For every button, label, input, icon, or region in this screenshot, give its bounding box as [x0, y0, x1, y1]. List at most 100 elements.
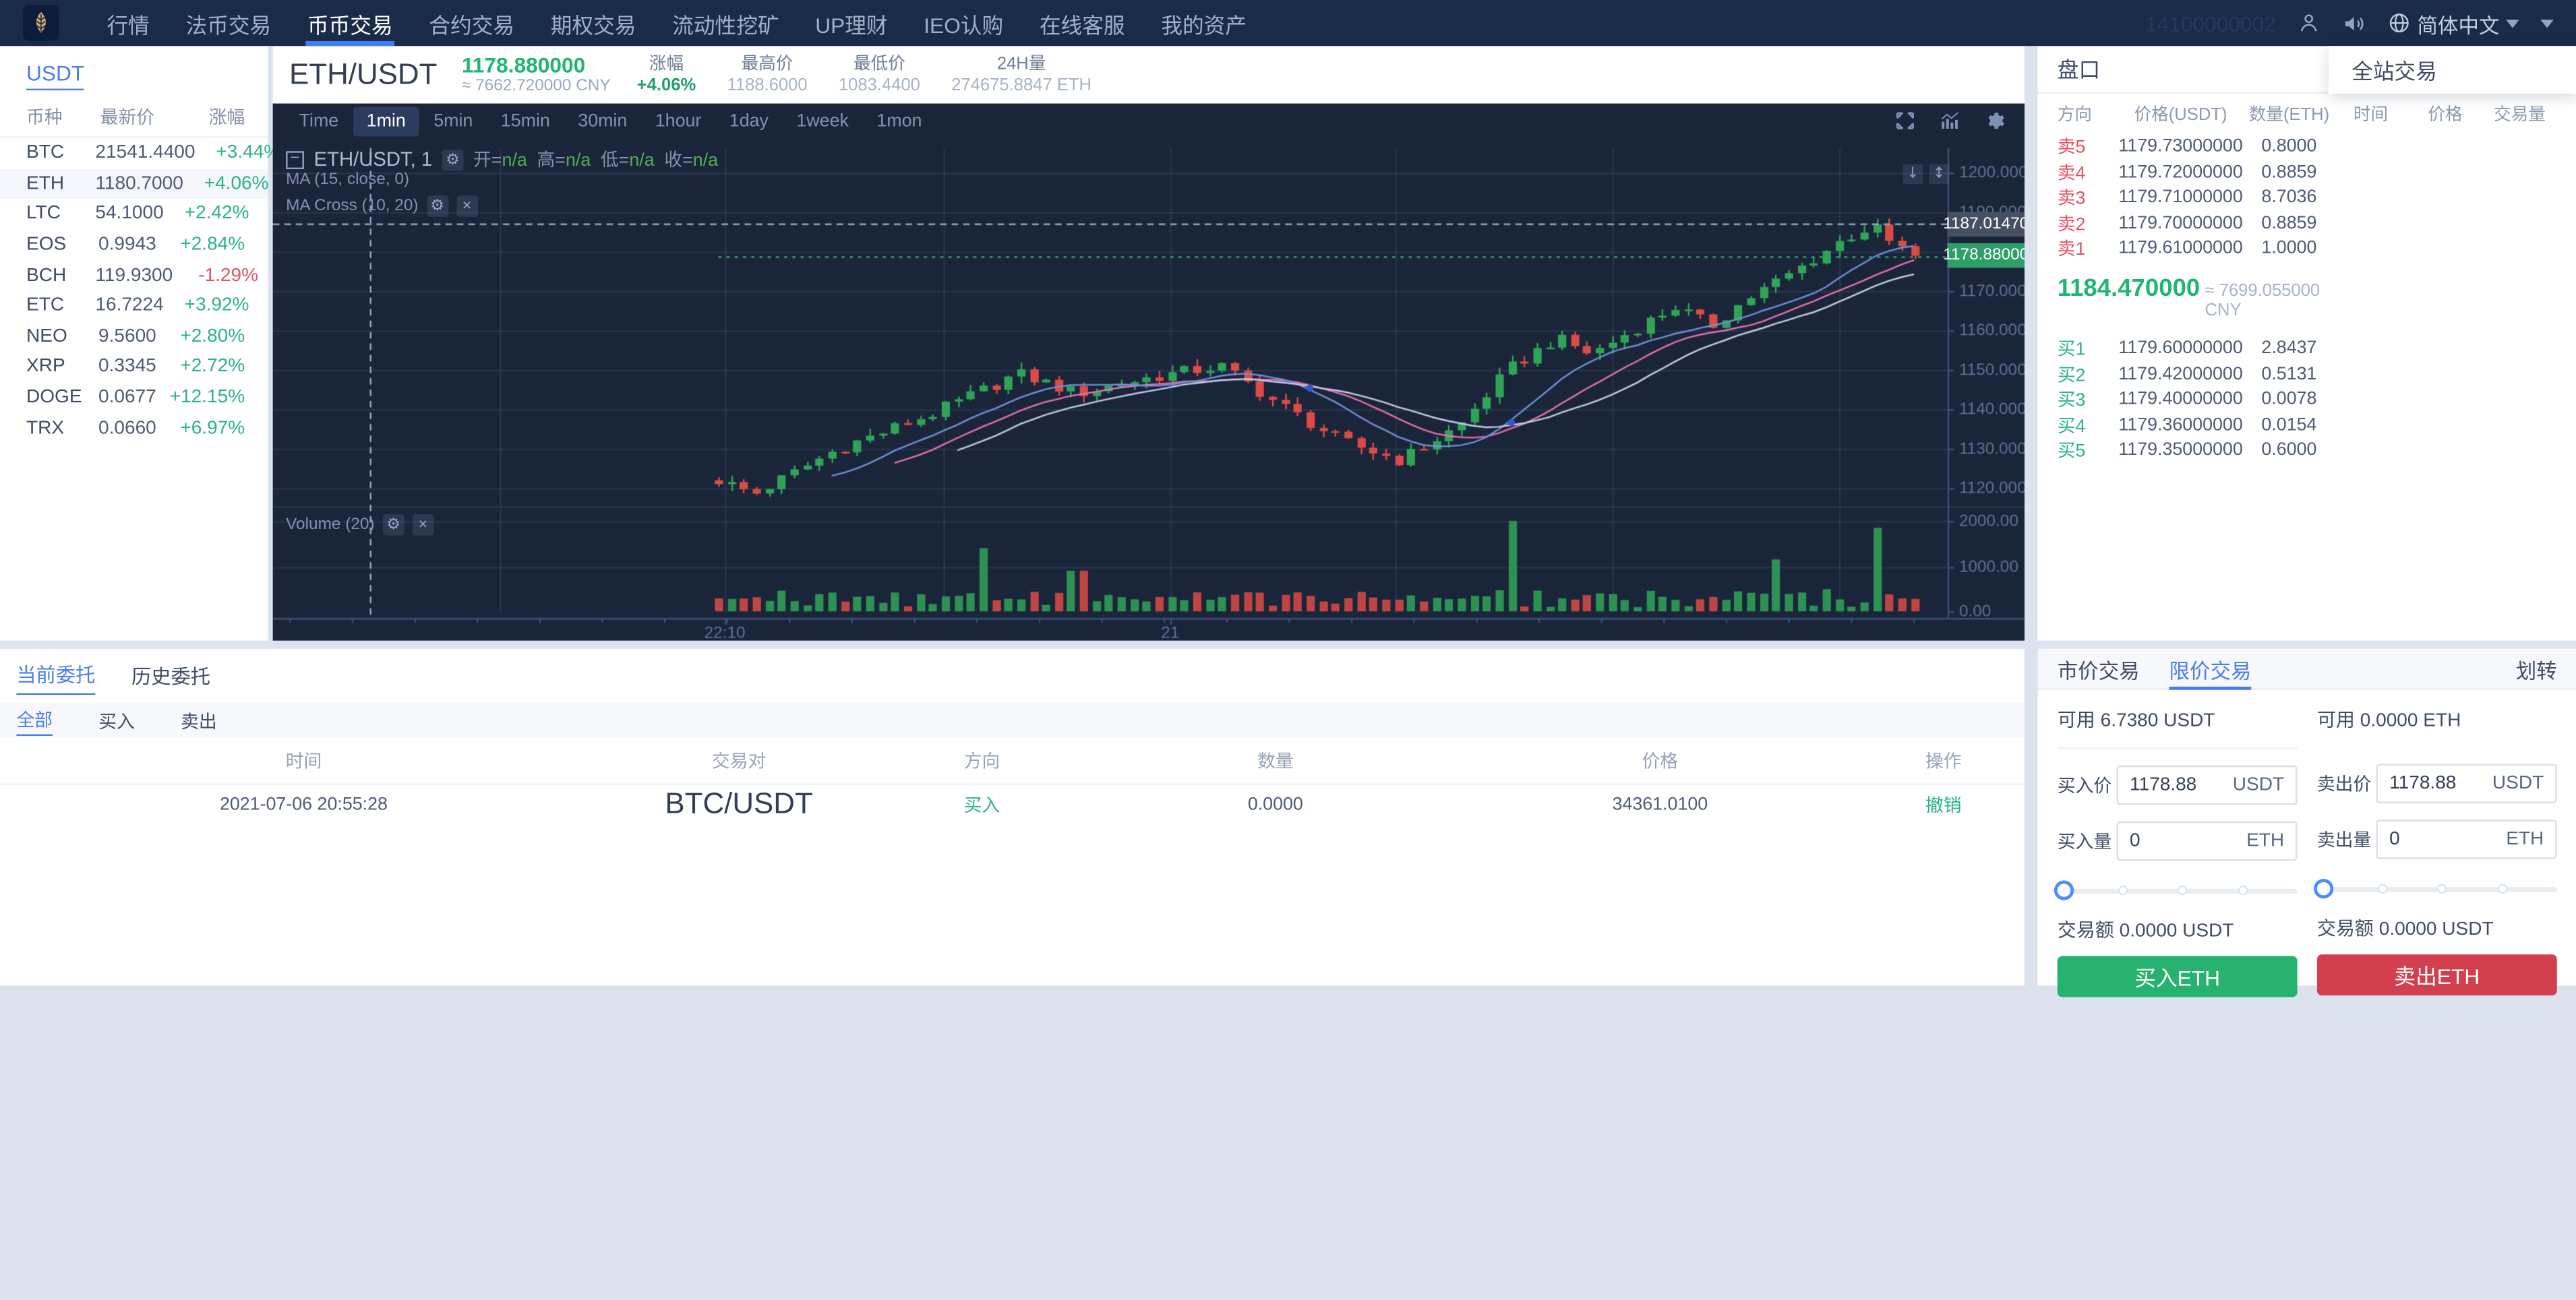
nav-item-法币交易[interactable]: 法币交易 [168, 0, 289, 46]
interval-5min[interactable]: 5min [421, 106, 486, 136]
chart-settings-gear-icon[interactable] [1983, 110, 2005, 131]
nav-item-行情[interactable]: 行情 [89, 0, 168, 46]
symbol-settings-gear-icon[interactable]: ⚙ [442, 149, 464, 171]
nav-item-流动性挖矿[interactable]: 流动性挖矿 [654, 0, 797, 46]
bid-row-买4[interactable]: 买41179.360000000.0154 [2058, 412, 2334, 437]
tab-limit-order[interactable]: 限价交易 [2169, 649, 2252, 689]
col-price: 价格 [1458, 747, 1863, 774]
nav-item-期权交易[interactable]: 期权交易 [533, 0, 654, 46]
ohlc-open: 开=n/a [473, 146, 527, 173]
interval-30min[interactable]: 30min [565, 106, 640, 136]
sell-amount-input[interactable] [2389, 830, 2484, 849]
buy-button[interactable]: 买入ETH [2058, 956, 2298, 997]
ticker-row-BTC[interactable]: BTC21541.4400+3.44% [0, 138, 268, 168]
stat-low-value: 1083.4400 [839, 75, 920, 95]
buy-slider-handle[interactable] [2054, 881, 2074, 900]
ticker-row-LTC[interactable]: LTC54.1000+2.42% [0, 199, 268, 229]
announcement-speaker-icon[interactable] [2341, 11, 2366, 36]
buy-total: 交易额 0.0000 USDT [2058, 917, 2298, 943]
kline-chart-canvas[interactable] [273, 140, 2025, 640]
interval-1week[interactable]: 1week [783, 106, 862, 136]
orders-filter-卖出[interactable]: 卖出 [181, 707, 217, 733]
interval-Time[interactable]: Time [286, 106, 352, 136]
ticker-row-DOGE[interactable]: DOGE0.0677+12.15% [0, 382, 268, 412]
interval-1day[interactable]: 1day [716, 106, 781, 136]
account-menu-caret-icon[interactable] [2540, 19, 2554, 27]
nav-item-在线客服[interactable]: 在线客服 [1021, 0, 1143, 46]
order-time: 2021-07-06 20:55:28 [0, 795, 607, 814]
scale-updown-arrow-icon[interactable]: ↕ [1929, 164, 1949, 184]
ticker-row-ETC[interactable]: ETC16.7224+3.92% [0, 290, 268, 321]
ticker-row-TRX[interactable]: TRX0.0660+6.97% [0, 413, 268, 443]
bid-list: 买11179.600000002.8437买21179.420000000.51… [2058, 335, 2334, 463]
orders-tab-历史委托[interactable]: 历史委托 [131, 661, 210, 694]
tab-market-order[interactable]: 市价交易 [2058, 649, 2140, 689]
stat-high-label: 最高价 [742, 54, 793, 75]
crosshair-price-tag: 1187.01470 [1947, 212, 2025, 237]
ma-cross-settings-gear-icon[interactable]: ⚙ [427, 195, 448, 217]
volume-label: Volume (20) [286, 516, 374, 534]
ask-list: 卖51179.730000000.8000卖41179.720000000.88… [2058, 133, 2334, 261]
ticker-row-NEO[interactable]: NEO9.5600+2.80% [0, 321, 268, 352]
header-side: 方向 [2058, 101, 2117, 126]
ask-row-卖2[interactable]: 卖21179.700000000.8859 [2058, 210, 2334, 235]
buy-amount-slider[interactable] [2058, 881, 2298, 900]
main-nav: 行情法币交易币币交易合约交易期权交易流动性挖矿UP理财IEO认购在线客服我的资产 [89, 0, 1265, 46]
nav-item-币币交易[interactable]: 币币交易 [289, 0, 411, 46]
nav-item-我的资产[interactable]: 我的资产 [1143, 0, 1264, 46]
scale-down-arrow-icon[interactable]: ↓ [1903, 164, 1923, 184]
orders-filter-全部[interactable]: 全部 [16, 706, 53, 735]
orders-filter-买入[interactable]: 买入 [98, 707, 135, 733]
bid-row-买2[interactable]: 买21179.420000000.5131 [2058, 361, 2334, 386]
buy-price-input[interactable] [2130, 776, 2225, 795]
sell-price-input[interactable] [2389, 774, 2484, 793]
sell-amount-slider[interactable] [2317, 879, 2557, 898]
interval-15min[interactable]: 15min [487, 106, 563, 136]
ask-row-卖4[interactable]: 卖41179.720000000.8859 [2058, 158, 2334, 184]
transfer-link[interactable]: 划转 [2516, 653, 2557, 684]
orders-panel: 当前委托历史委托 全部买入卖出 时间 交易对 方向 数量 价格 操作 2021-… [0, 649, 2025, 986]
ma-study-label: MA (15, close, 0) [286, 171, 409, 189]
tab-usdt[interactable]: USDT [26, 61, 84, 90]
collapse-legend-icon[interactable]: − [286, 150, 304, 168]
ticker-row-ETH[interactable]: ETH1180.7000+4.06% [0, 168, 268, 199]
ohlc-high: 高=n/a [537, 146, 591, 173]
ticker-row-EOS[interactable]: EOS0.9943+2.84% [0, 230, 268, 260]
interval-1min[interactable]: 1min [353, 106, 419, 136]
volume-settings-gear-icon[interactable]: ⚙ [383, 514, 405, 536]
user-icon[interactable] [2298, 11, 2320, 34]
ask-row-卖3[interactable]: 卖31179.710000008.7036 [2058, 184, 2334, 210]
fullscreen-icon[interactable] [1894, 110, 1916, 131]
ask-row-卖1[interactable]: 卖11179.610000001.0000 [2058, 235, 2334, 261]
nav-item-UP理财[interactable]: UP理财 [797, 0, 905, 46]
bid-row-买3[interactable]: 买31179.400000000.0078 [2058, 386, 2334, 412]
legend-symbol: ETH/USDT, 1 [314, 148, 433, 171]
bid-row-买5[interactable]: 买51179.350000000.6000 [2058, 437, 2334, 463]
language-selector[interactable]: 简体中文 [2388, 7, 2519, 38]
volume-close-icon[interactable]: × [413, 514, 434, 536]
ticker-row-XRP[interactable]: XRP0.3345+2.72% [0, 352, 268, 382]
exchange-logo[interactable] [23, 5, 59, 41]
indicator-icon[interactable] [1939, 110, 1960, 131]
current-price-cny: ≈ 7699.055000 CNY [2205, 281, 2334, 321]
nav-item-IEO认购[interactable]: IEO认购 [905, 0, 1021, 46]
buy-amount-input[interactable] [2130, 831, 2225, 850]
trade-tabs: 市价交易 限价交易 划转 [2038, 649, 2576, 690]
col-side: 方向 [870, 747, 1093, 774]
interval-1mon[interactable]: 1mon [864, 106, 935, 136]
sell-button[interactable]: 卖出ETH [2317, 954, 2557, 995]
sell-slider-handle[interactable] [2314, 879, 2333, 898]
ticker-row-BCH[interactable]: BCH119.9300-1.29% [0, 260, 268, 290]
col-time: 时间 [0, 747, 607, 774]
header-price: 价格(USDT) [2117, 101, 2245, 126]
header-coin: 币种 [26, 102, 95, 129]
ma-cross-close-icon[interactable]: × [456, 195, 478, 217]
scale-controls: ↓ ↕ [1903, 164, 1949, 184]
orders-tab-当前委托[interactable]: 当前委托 [16, 660, 95, 695]
order-action[interactable]: 撤销 [1863, 791, 2025, 817]
interval-1hour[interactable]: 1hour [642, 106, 715, 136]
nav-item-合约交易[interactable]: 合约交易 [411, 0, 532, 46]
ask-row-卖5[interactable]: 卖51179.730000000.8000 [2058, 133, 2334, 158]
site-trade-dropdown-item[interactable]: 全站交易 [2329, 46, 2576, 94]
bid-row-买1[interactable]: 买11179.600000002.8437 [2058, 335, 2334, 361]
